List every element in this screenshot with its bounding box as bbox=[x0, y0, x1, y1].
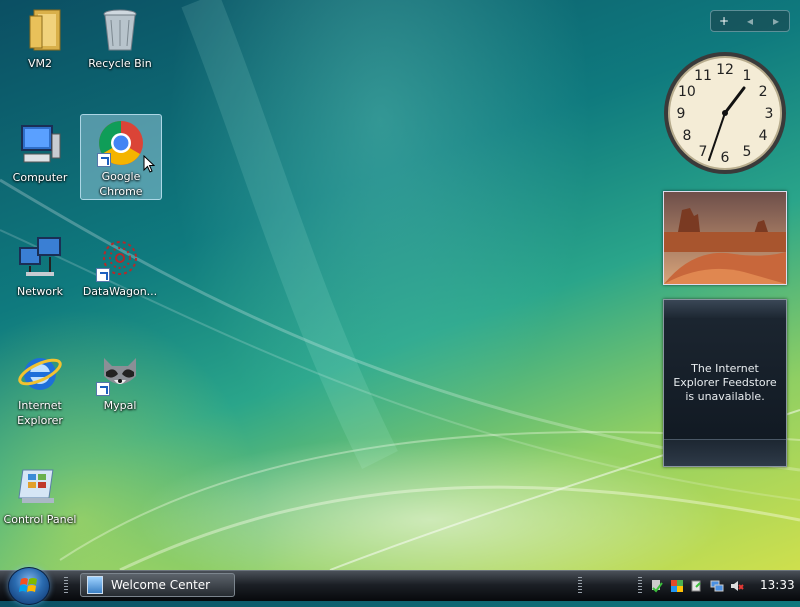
clock-numeral: 3 bbox=[765, 106, 774, 122]
shortcut-arrow-icon bbox=[96, 382, 110, 396]
clock-numeral: 5 bbox=[743, 144, 752, 160]
security-center-icon[interactable] bbox=[670, 579, 684, 593]
control-panel-icon bbox=[16, 462, 64, 510]
feed-footer bbox=[664, 439, 786, 466]
network-icon bbox=[16, 234, 64, 282]
desktop-icon-recycle-bin[interactable]: Recycle Bin bbox=[80, 2, 160, 86]
raccoon-icon bbox=[96, 348, 144, 396]
desktop-icon-label: Mypal bbox=[103, 399, 137, 412]
clock-numeral: 2 bbox=[759, 84, 768, 100]
computer-icon bbox=[16, 120, 64, 168]
desktop-icon-network[interactable]: Network bbox=[0, 230, 80, 314]
desktop-icon-label: Computer bbox=[12, 171, 68, 184]
taskbar-button-label: Welcome Center bbox=[111, 578, 211, 592]
tray-grip[interactable] bbox=[638, 577, 642, 595]
clock-numeral: 4 bbox=[759, 128, 768, 144]
clock-numeral: 9 bbox=[677, 106, 686, 122]
chrome-icon bbox=[97, 119, 145, 167]
clock-gadget[interactable]: 12 12 3 45678 9 1011 bbox=[662, 50, 788, 176]
windows-logo-icon bbox=[19, 578, 37, 592]
desktop-icon-label: Internet Explorer bbox=[17, 399, 63, 427]
volume-muted-icon[interactable] bbox=[730, 579, 744, 593]
feed-headlines-gadget[interactable]: The Internet Explorer Feedstore is unava… bbox=[663, 299, 787, 467]
clock-numeral: 6 bbox=[721, 150, 730, 166]
taskbar-clock[interactable]: 13:33 bbox=[760, 578, 795, 592]
desktop-icon-computer[interactable]: Computer bbox=[0, 116, 80, 200]
windows-defender-icon[interactable] bbox=[650, 579, 664, 593]
desktop-icon-vm2[interactable]: VM2 bbox=[0, 2, 80, 86]
next-gadget-button[interactable]: ▸ bbox=[763, 14, 789, 28]
network-status-icon[interactable] bbox=[710, 579, 724, 593]
desert-photo bbox=[664, 192, 786, 284]
desktop-icon-label: Google Chrome bbox=[99, 170, 143, 198]
start-button[interactable] bbox=[8, 567, 50, 605]
feed-unavailable-message: The Internet Explorer Feedstore is unava… bbox=[673, 362, 777, 403]
desktop-icon-label: Control Panel bbox=[3, 513, 77, 526]
taskbar: Welcome Center 13:33 bbox=[0, 567, 800, 605]
add-gadget-button[interactable]: + bbox=[711, 14, 737, 28]
clock-numeral: 12 bbox=[716, 62, 734, 78]
desktop-icon-label: VM2 bbox=[27, 57, 52, 70]
clock-numeral: 1 bbox=[743, 68, 752, 84]
prev-gadget-button[interactable]: ◂ bbox=[737, 14, 763, 28]
desktop-icon-google-chrome[interactable]: Google Chrome bbox=[80, 114, 162, 200]
welcome-center-icon bbox=[87, 576, 103, 594]
sidebar-controls: + ◂ ▸ bbox=[710, 10, 790, 32]
clock-numeral: 10 bbox=[678, 84, 696, 100]
shortcut-arrow-icon bbox=[96, 268, 110, 282]
slideshow-gadget[interactable] bbox=[663, 191, 787, 285]
taskbar-grip[interactable] bbox=[578, 577, 582, 595]
desktop-icon-internet-explorer[interactable]: Internet Explorer bbox=[0, 344, 80, 428]
desktop-icon-label: Network bbox=[17, 285, 63, 298]
folder-icon bbox=[16, 6, 64, 54]
datawagon-icon bbox=[96, 234, 144, 282]
recycle-bin-icon bbox=[96, 6, 144, 54]
system-tray bbox=[650, 575, 750, 597]
sync-icon[interactable] bbox=[690, 579, 704, 593]
feed-header bbox=[664, 300, 786, 318]
taskbar-button-welcome-center[interactable]: Welcome Center bbox=[80, 573, 235, 597]
shortcut-arrow-icon bbox=[97, 153, 111, 167]
clock-numeral: 11 bbox=[694, 68, 712, 84]
desktop-icon-datawagon[interactable]: DataWagon... bbox=[80, 230, 160, 314]
desktop-icon-control-panel[interactable]: Control Panel bbox=[0, 458, 80, 542]
clock-numeral: 8 bbox=[682, 128, 691, 144]
mouse-cursor-icon bbox=[143, 155, 155, 173]
desktop-icon-mypal[interactable]: Mypal bbox=[80, 344, 160, 428]
desktop-icon-label: Recycle Bin bbox=[88, 57, 152, 70]
desktop-icon-label: DataWagon... bbox=[82, 285, 158, 298]
internet-explorer-icon bbox=[16, 348, 64, 396]
taskbar-grip[interactable] bbox=[64, 577, 68, 595]
clock-numeral: 7 bbox=[699, 144, 708, 160]
